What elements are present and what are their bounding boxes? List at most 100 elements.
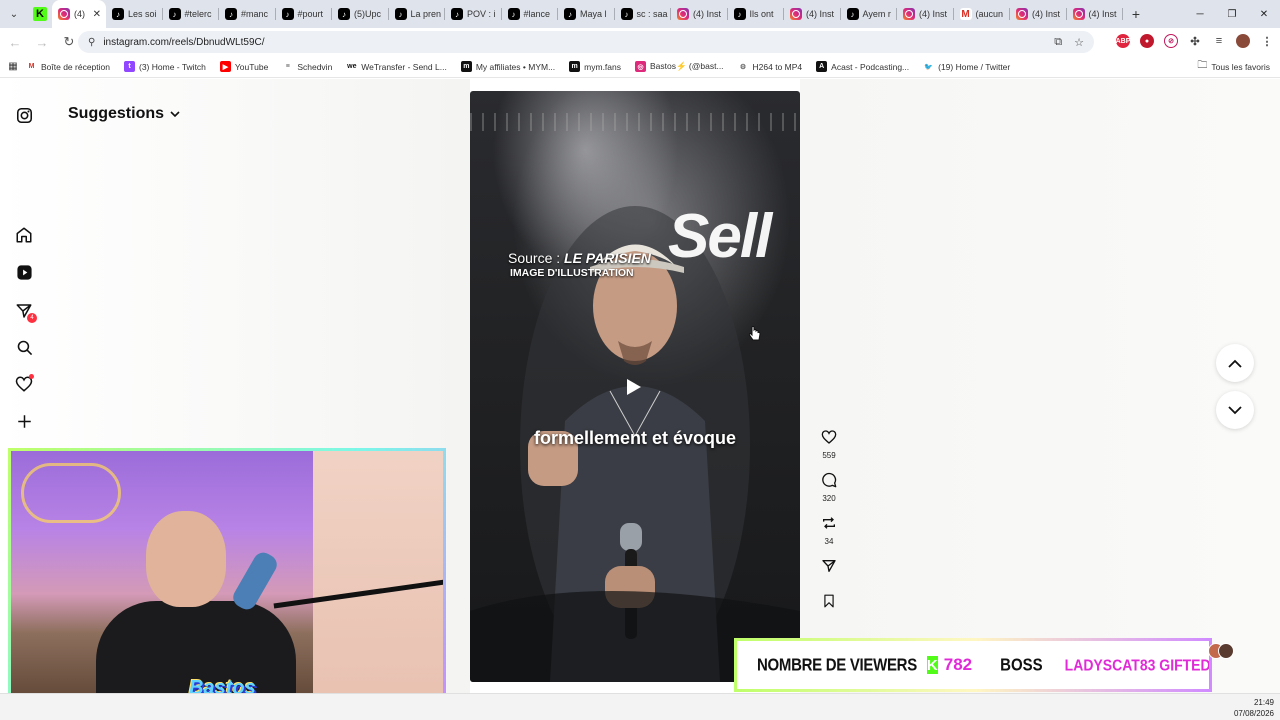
tab-search-icon[interactable]: ⌄ bbox=[0, 0, 28, 28]
bookmark-label: WeTransfer - Send L... bbox=[361, 61, 447, 72]
notifications-heart-icon[interactable] bbox=[14, 374, 34, 394]
tiktok-icon bbox=[846, 8, 859, 20]
tiktok-icon bbox=[168, 8, 181, 20]
browser-tab[interactable]: #lance bbox=[502, 0, 559, 28]
close-tab-icon[interactable]: ✕ bbox=[93, 9, 101, 20]
media-control-icon[interactable]: ≡ bbox=[1212, 34, 1226, 48]
feed-selector[interactable]: Suggestions bbox=[68, 105, 180, 123]
bookmark-item[interactable]: A Acast - Podcasting... bbox=[816, 61, 909, 72]
apps-grid-icon[interactable]: ▦ bbox=[0, 61, 26, 72]
messages-icon[interactable]: 4 bbox=[14, 301, 37, 323]
avatar bbox=[1218, 643, 1234, 659]
home-icon[interactable] bbox=[14, 225, 34, 245]
system-clock[interactable]: 21:49 07/08/2026 bbox=[1234, 697, 1274, 719]
share-action[interactable] bbox=[818, 558, 840, 579]
instagram-icon bbox=[1072, 8, 1085, 20]
browser-tab[interactable]: (4) Inst bbox=[1067, 0, 1124, 28]
extension-red-icon[interactable]: ● bbox=[1140, 34, 1154, 48]
repost-icon bbox=[823, 517, 835, 529]
browser-tab[interactable]: (4) Inst bbox=[1010, 0, 1067, 28]
bookmark-item[interactable]: we WeTransfer - Send L... bbox=[346, 61, 447, 72]
window-controls: ─ ❐ ✕ bbox=[1184, 0, 1280, 28]
bookmark-item[interactable]: ⚙ H264 to MP4 bbox=[737, 61, 802, 72]
extensions-row: ABP ● ⊘ ✣ ≡ ⋮ bbox=[1116, 34, 1274, 48]
bookmark-star-icon[interactable]: ☆ bbox=[1074, 36, 1084, 49]
browser-tab[interactable]: Les soi bbox=[106, 0, 163, 28]
browser-tab[interactable]: (4) Inst bbox=[784, 0, 841, 28]
next-reel-button[interactable] bbox=[1216, 391, 1254, 429]
repost-action[interactable]: 34 bbox=[818, 515, 840, 546]
browser-tab[interactable]: (4) Inst bbox=[897, 0, 954, 28]
reel-source-text: Source : LE PARISIEN bbox=[508, 250, 651, 266]
like-count: 559 bbox=[822, 451, 836, 460]
comment-action[interactable]: 320 bbox=[818, 472, 840, 503]
tiktok-icon bbox=[225, 8, 237, 20]
bookmark-item[interactable]: ◎ Bastos⚡ (@bast... bbox=[635, 61, 724, 72]
site-info-icon[interactable]: ⚲ bbox=[88, 37, 95, 48]
like-action[interactable]: 559 bbox=[818, 429, 840, 460]
extension-block-icon[interactable]: ⊘ bbox=[1164, 34, 1178, 48]
browser-tab[interactable]: (4) Inst bbox=[671, 0, 728, 28]
bookmark-label: My affiliates • MYM... bbox=[475, 61, 556, 72]
tab-title: (4) Inst bbox=[1032, 9, 1061, 19]
browser-tab[interactable]: POV : i bbox=[445, 0, 502, 28]
minimize-icon[interactable]: ─ bbox=[1184, 0, 1216, 28]
instagram-logo-icon[interactable] bbox=[14, 105, 34, 125]
bookmark-item[interactable]: ≡ Schedvin bbox=[282, 61, 332, 72]
browser-tab[interactable]: Ayem r bbox=[841, 0, 898, 28]
adblock-extension-icon[interactable]: ABP bbox=[1116, 34, 1130, 48]
browser-tab[interactable]: M (aucun bbox=[954, 0, 1011, 28]
browser-tab[interactable]: Ils ont bbox=[728, 0, 785, 28]
browser-tab[interactable]: sc : saa bbox=[615, 0, 672, 28]
profile-avatar[interactable] bbox=[1236, 34, 1250, 48]
bookmark-item[interactable]: 🐦 (19) Home / Twitter bbox=[923, 61, 1010, 72]
page-background-right bbox=[800, 79, 1280, 693]
browser-tab[interactable]: (5)Upc bbox=[332, 0, 389, 28]
extensions-puzzle-icon[interactable]: ✣ bbox=[1188, 34, 1202, 48]
reel-caption: formellement et évoque bbox=[533, 428, 737, 448]
gmail-icon: M bbox=[959, 8, 972, 20]
share-icon bbox=[822, 560, 836, 572]
os-taskbar: 21:49 07/08/2026 bbox=[0, 693, 1280, 720]
browser-tab[interactable]: #telerc bbox=[163, 0, 220, 28]
bookmark-item[interactable]: m My affiliates • MYM... bbox=[460, 61, 556, 72]
tab-title: Ayem r bbox=[862, 9, 891, 19]
browser-tab[interactable]: #manc bbox=[219, 0, 276, 28]
new-tab-icon[interactable]: + bbox=[1123, 6, 1149, 22]
search-icon[interactable] bbox=[14, 337, 34, 357]
address-bar[interactable]: ⚲ instagram.com/reels/DbnudWLt59C/ ⧉ ☆ bbox=[78, 31, 1094, 53]
back-icon[interactable]: ← bbox=[3, 30, 27, 54]
bookmark-label: Acast - Podcasting... bbox=[831, 61, 910, 72]
close-window-icon[interactable]: ✕ bbox=[1248, 0, 1280, 28]
bookmark-item[interactable]: M Boîte de réception bbox=[26, 61, 110, 72]
browser-tab[interactable]: Maya l bbox=[558, 0, 615, 28]
install-app-icon[interactable]: ⧉ bbox=[1054, 36, 1062, 49]
save-action[interactable] bbox=[818, 593, 840, 614]
browser-tab[interactable]: La pren bbox=[389, 0, 446, 28]
tab-title: (aucun bbox=[975, 9, 1004, 19]
restore-icon[interactable]: ❐ bbox=[1216, 0, 1248, 28]
bookmark-favicon-icon: we bbox=[346, 61, 358, 72]
bookmark-item[interactable]: ▶ YouTube bbox=[219, 61, 268, 72]
clock-time: 21:49 bbox=[1253, 698, 1274, 707]
reels-icon[interactable] bbox=[14, 262, 34, 282]
create-plus-icon[interactable] bbox=[14, 411, 34, 431]
cam-neon-sign bbox=[21, 463, 121, 523]
forward-icon[interactable]: → bbox=[30, 30, 54, 54]
tab-title: (5)Upc bbox=[354, 9, 382, 19]
tiktok-icon bbox=[620, 8, 633, 20]
browser-tab[interactable]: #pourt bbox=[276, 0, 333, 28]
play-icon[interactable] bbox=[627, 379, 641, 395]
browser-tab[interactable]: (4) ✕ bbox=[52, 0, 106, 28]
instagram-icon bbox=[58, 8, 70, 20]
previous-reel-button[interactable] bbox=[1216, 344, 1254, 382]
reel-video[interactable]: Sell Source : LE PARISIEN IMAGE D'ILLUST… bbox=[470, 91, 800, 682]
all-bookmarks-folder[interactable]: 🗀 Tous les favoris bbox=[1197, 58, 1270, 75]
bookmark-item[interactable]: m mym.fans bbox=[569, 61, 621, 72]
bookmark-item[interactable]: t (3) Home - Twitch bbox=[124, 61, 206, 72]
pinned-tab-kick[interactable]: K bbox=[28, 7, 52, 21]
bookmark-list: M Boîte de réception t (3) Home - Twitch ▶ Yo… bbox=[26, 61, 1024, 72]
bookmark-favicon-icon: M bbox=[26, 61, 37, 72]
tab-title: #pourt bbox=[297, 9, 324, 19]
browser-menu-icon[interactable]: ⋮ bbox=[1260, 34, 1274, 48]
